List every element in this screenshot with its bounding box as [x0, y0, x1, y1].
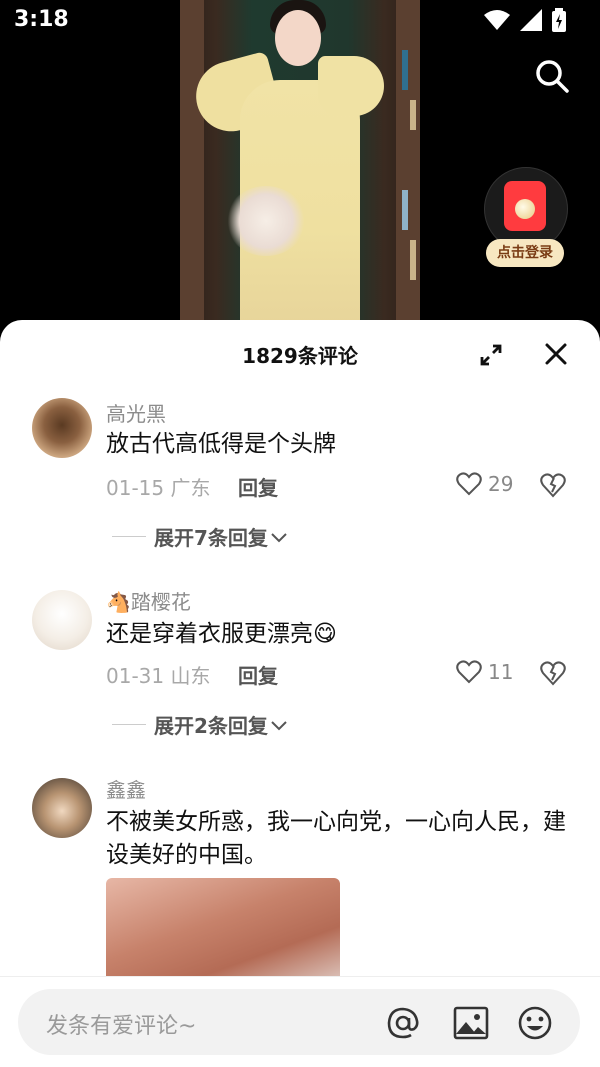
like-count: 29	[488, 472, 514, 496]
red-packet-coin	[515, 199, 535, 219]
comment-text: 放古代高低得是个头牌	[106, 431, 336, 457]
signal-icon	[520, 9, 542, 31]
like-button[interactable]: 11	[456, 660, 513, 684]
comment-username[interactable]: 高光黑	[106, 398, 166, 427]
comment-text: 不被美女所惑，我一心向党，一心向人民，建设美好的中国。	[106, 809, 566, 868]
comment-username[interactable]: 🐴踏樱花	[106, 586, 191, 615]
status-icons	[484, 8, 566, 32]
heart-icon	[456, 660, 482, 684]
comment-input[interactable]: 发条有爱评论~	[18, 989, 580, 1055]
login-red-packet-button[interactable]: 点击登录	[484, 167, 568, 267]
login-label: 点击登录	[486, 239, 564, 267]
mention-icon[interactable]	[384, 1004, 422, 1042]
comments-count-title: 1829条评论	[242, 344, 358, 368]
expand-replies-label: 展开2条回复	[154, 714, 268, 738]
book	[402, 50, 408, 90]
comment-input-placeholder: 发条有爱评论~	[46, 1014, 197, 1039]
comment-input-bar: 发条有爱评论~	[0, 976, 600, 1067]
comment-text: 还是穿着衣服更漂亮😋	[106, 621, 337, 647]
wifi-icon	[484, 10, 510, 30]
book	[410, 240, 416, 280]
status-time: 3:18	[14, 7, 69, 32]
flower-pattern	[226, 186, 306, 256]
bookshelf-left	[180, 0, 204, 330]
book	[410, 100, 416, 130]
image-icon[interactable]	[452, 1004, 490, 1042]
heart-icon	[456, 472, 482, 496]
avatar[interactable]	[32, 778, 92, 838]
avatar[interactable]	[32, 590, 92, 650]
divider	[112, 536, 146, 537]
reply-button[interactable]: 回复	[238, 660, 278, 689]
bookshelf-right	[396, 0, 420, 330]
avatar[interactable]	[32, 398, 92, 458]
expand-icon[interactable]	[478, 342, 504, 368]
status-bar: 3:18	[0, 0, 600, 40]
chevron-down-icon	[271, 720, 287, 730]
expand-replies-button[interactable]: 展开7条回复	[112, 522, 290, 551]
chevron-down-icon	[271, 532, 287, 542]
reply-button[interactable]: 回复	[238, 472, 278, 501]
search-icon[interactable]	[534, 58, 570, 94]
expand-replies-button[interactable]: 展开2条回复	[112, 710, 290, 739]
close-icon[interactable]	[542, 340, 570, 368]
divider	[112, 724, 146, 725]
battery-icon	[552, 8, 566, 32]
video-player[interactable]	[0, 0, 600, 330]
book	[402, 190, 408, 230]
like-button[interactable]: 29	[456, 472, 513, 496]
like-count: 11	[488, 660, 514, 684]
expand-replies-label: 展开7条回复	[154, 526, 268, 550]
comment-username[interactable]: 鑫鑫	[106, 774, 146, 803]
comments-sheet: 1829条评论 高光黑 放古代高低得是个头牌 01-15 广东 回复 29 展开…	[0, 320, 600, 1066]
comment-meta: 01-15 广东	[106, 476, 211, 500]
comment-meta: 01-31 山东	[106, 664, 211, 688]
dislike-icon[interactable]	[540, 472, 566, 498]
figure-sleeve	[318, 56, 384, 116]
emoji-icon[interactable]	[516, 1004, 554, 1042]
dislike-icon[interactable]	[540, 660, 566, 686]
